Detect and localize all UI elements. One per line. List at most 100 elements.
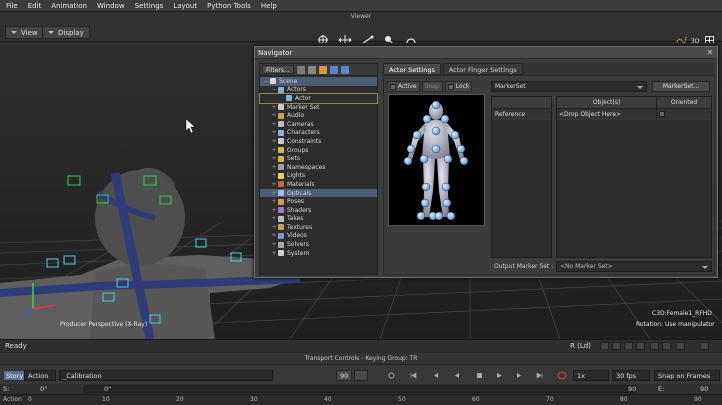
action-dropdown[interactable]: Action <box>24 370 56 381</box>
tab-actor-finger-settings[interactable]: Actor Finger Settings <box>442 63 523 75</box>
status-toggle-8[interactable] <box>700 342 709 350</box>
tree-item[interactable]: + Shaders <box>260 206 377 215</box>
time-range-slider[interactable] <box>84 385 636 393</box>
expand-toggle-icon[interactable]: + <box>270 241 278 248</box>
menu-layout[interactable]: Layout <box>173 2 197 10</box>
expand-toggle-icon[interactable]: + <box>270 172 278 179</box>
menu-file[interactable]: File <box>6 2 18 10</box>
prev-key-icon[interactable] <box>432 372 439 379</box>
status-toggle-1[interactable] <box>600 342 609 350</box>
reference-row[interactable]: Reference <box>492 109 551 120</box>
expand-toggle-icon[interactable]: + <box>270 104 278 111</box>
stop-icon[interactable] <box>476 372 483 379</box>
markerset-dropdown[interactable]: MarkerSet <box>491 81 647 92</box>
skip-start-icon[interactable] <box>410 372 417 379</box>
active-toggle[interactable]: Active <box>387 81 420 92</box>
expand-toggle-icon[interactable]: + <box>270 250 278 257</box>
end-value[interactable]: 90 <box>700 384 708 394</box>
tree-item[interactable]: + Namespaces <box>260 163 377 172</box>
expand-toggle-icon[interactable]: + <box>270 207 278 214</box>
expand-toggle-icon[interactable]: + <box>270 224 278 231</box>
tree-item[interactable]: + System <box>260 249 377 258</box>
forward-arrow-icon[interactable] <box>340 65 349 74</box>
tree-item[interactable]: + Materials <box>260 180 377 189</box>
take-dropdown[interactable]: _Calibration <box>59 370 273 381</box>
play-icon[interactable] <box>496 372 503 379</box>
expand-toggle-icon[interactable]: − <box>262 78 270 85</box>
back-arrow-icon[interactable] <box>329 65 338 74</box>
menu-animation[interactable]: Animation <box>51 2 87 10</box>
menu-help[interactable]: Help <box>261 2 277 10</box>
expand-toggle-icon[interactable]: + <box>270 198 278 205</box>
expand-toggle-icon[interactable]: + <box>270 164 278 171</box>
timeline[interactable]: Action 0 10 20 30 40 50 60 70 80 90 <box>0 394 722 405</box>
tree-item[interactable]: + Marker Set <box>260 103 377 112</box>
expand-toggle-icon[interactable]: + <box>270 181 278 188</box>
expand-toggle-icon[interactable]: + <box>270 121 278 128</box>
output-markerset-dropdown[interactable]: <No Marker Set> <box>556 261 712 272</box>
menu-window[interactable]: Window <box>97 2 125 10</box>
lock-toggle[interactable]: Lock <box>444 81 473 92</box>
tree-item[interactable]: + Audio <box>260 111 377 120</box>
tree-item[interactable]: + Sets <box>260 154 377 163</box>
lock-icon[interactable] <box>318 65 327 74</box>
tab-actor-settings[interactable]: Actor Settings <box>383 63 441 75</box>
status-toggle-3[interactable] <box>624 342 633 350</box>
expand-toggle-icon[interactable]: + <box>270 112 278 119</box>
drop-object-cell[interactable]: <Drop Object Here> <box>557 109 657 119</box>
list-view-icon[interactable] <box>296 65 305 74</box>
menu-python-tools[interactable]: Python Tools <box>207 2 251 10</box>
status-toggle-7[interactable] <box>676 342 685 350</box>
hierarchy-icon[interactable] <box>307 65 316 74</box>
expand-toggle-icon[interactable]: + <box>270 190 278 197</box>
view-menu-button[interactable]: View <box>5 26 44 39</box>
menu-edit[interactable]: Edit <box>28 2 42 10</box>
fps-dropdown[interactable]: 30 fps <box>612 370 650 381</box>
expand-toggle-icon[interactable]: + <box>270 138 278 145</box>
frame-counter[interactable]: 90 <box>336 370 353 381</box>
next-key-icon[interactable] <box>516 372 523 379</box>
tree-item[interactable]: + Poses <box>260 197 377 206</box>
display-menu-button[interactable]: Display <box>42 26 90 39</box>
tree-item[interactable]: + Lights <box>260 172 377 181</box>
snap-button[interactable]: Snap <box>421 81 443 92</box>
step-back-icon[interactable] <box>454 372 461 379</box>
actor-marker-diagram[interactable] <box>388 94 485 226</box>
tree-item[interactable]: Actor <box>259 93 378 104</box>
tree-item[interactable]: + Textures <box>260 223 377 232</box>
status-toggle-2[interactable] <box>612 342 621 350</box>
expand-toggle-icon[interactable]: + <box>270 147 278 154</box>
tree-item[interactable]: + Takes <box>260 215 377 224</box>
story-button[interactable]: Story <box>3 370 27 381</box>
tree-item[interactable]: + Groups <box>260 146 377 155</box>
status-toggle-6[interactable] <box>662 342 671 350</box>
tree-item[interactable]: + Cameras <box>260 120 377 129</box>
tree-item[interactable]: + Videos <box>260 232 377 241</box>
loop-button[interactable] <box>354 370 368 381</box>
expand-toggle-icon[interactable]: + <box>270 232 278 239</box>
close-icon[interactable]: ✕ <box>706 49 714 57</box>
expand-toggle-icon[interactable]: + <box>270 215 278 222</box>
navigator-title[interactable]: Navigator <box>255 47 717 59</box>
tree-item[interactable]: + Constraints <box>260 137 377 146</box>
expand-toggle-icon[interactable]: + <box>270 155 278 162</box>
status-toggle-5[interactable] <box>650 342 659 350</box>
tree-item[interactable]: + Characters <box>260 129 377 138</box>
filters-button[interactable]: Filters... <box>262 65 294 74</box>
start-value[interactable]: 0" <box>40 384 47 394</box>
loop-playback-icon[interactable] <box>556 372 568 379</box>
tree-item[interactable]: + Solvers <box>260 240 377 249</box>
tree-item[interactable]: + Opticals <box>260 188 377 198</box>
expand-toggle-icon[interactable]: + <box>270 129 278 136</box>
status-toggle-4[interactable] <box>636 342 645 350</box>
skip-end-icon[interactable] <box>536 372 543 379</box>
oriented-cell[interactable] <box>657 109 711 119</box>
tree-item[interactable]: − Scene <box>260 77 377 86</box>
snap-dropdown[interactable]: Snap on Frames <box>654 370 720 381</box>
expand-toggle-icon[interactable]: − <box>270 86 278 93</box>
tree-item[interactable]: − Actors <box>260 86 377 95</box>
markerset-button[interactable]: MarkerSet... <box>652 81 710 92</box>
speed-dropdown[interactable]: 1x <box>573 370 609 381</box>
menu-settings[interactable]: Settings <box>135 2 164 10</box>
record-icon[interactable] <box>388 372 395 379</box>
